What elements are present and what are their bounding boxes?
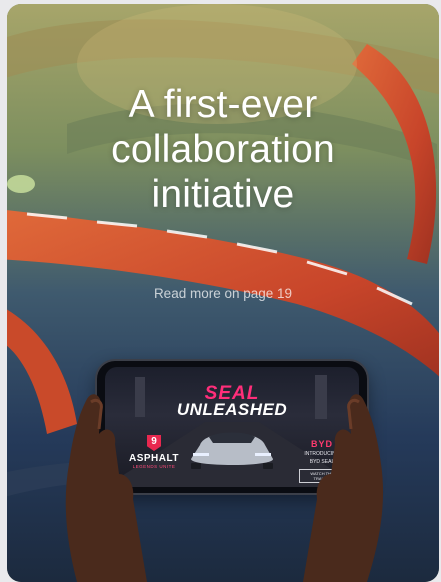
watch-trailer-button[interactable]: WATCH THE TRAILER	[299, 469, 345, 483]
headline: A first-ever collaboration initiative	[7, 82, 439, 217]
headline-line-1: A first-ever	[128, 83, 318, 126]
read-more-link[interactable]: Read more on page 19	[7, 286, 439, 301]
byd-logo: BYD	[310, 439, 333, 449]
headline-line-3: initiative	[151, 173, 295, 216]
phone-device: SEAL UNLEASHED 9 ASPHALT LEGENDS UNITE B…	[97, 361, 367, 493]
asphalt-logo: 9 ASPHALT LEGENDS UNITE	[125, 435, 183, 469]
asphalt-logo-subtitle: LEGENDS UNITE	[132, 464, 176, 469]
asphalt-badge-icon: 9	[147, 435, 161, 451]
headline-line-2: collaboration	[111, 128, 335, 171]
byd-intro-line-1: INTRODUCING	[304, 451, 340, 457]
byd-promo: BYD INTRODUCING BYD SEAL WATCH THE TRAIL…	[299, 439, 345, 483]
asphalt-logo-text: ASPHALT	[129, 453, 179, 464]
unleashed-title: UNLEASHED	[176, 400, 288, 419]
phone-screen: SEAL UNLEASHED 9 ASPHALT LEGENDS UNITE B…	[105, 367, 359, 487]
feature-card[interactable]: A first-ever collaboration initiative Re…	[7, 4, 439, 582]
byd-intro-line-2: BYD SEAL	[309, 459, 335, 465]
